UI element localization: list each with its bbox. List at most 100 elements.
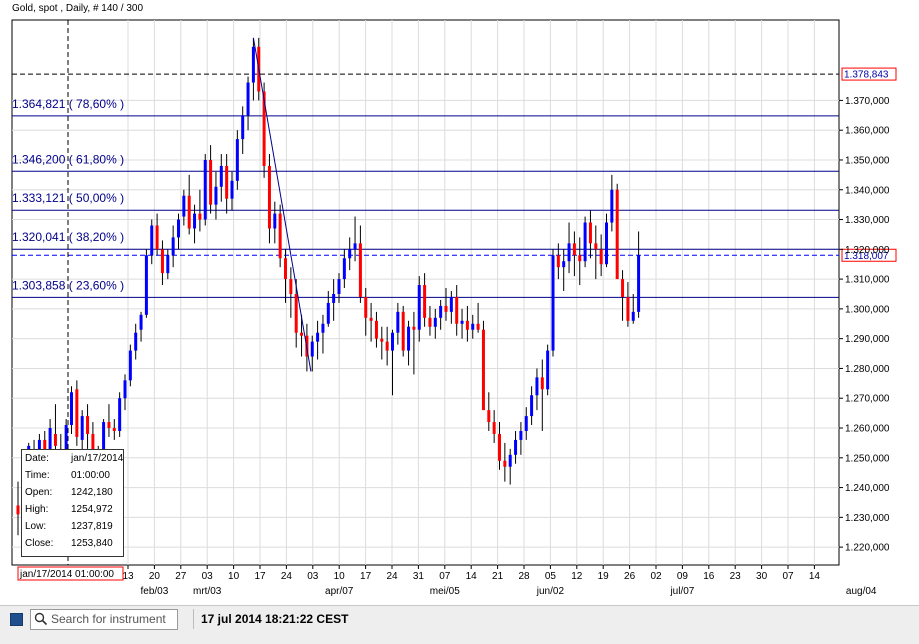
candle-body: [369, 317, 373, 321]
x-tick-label: 10: [334, 571, 346, 582]
x-tick-label: 23: [730, 571, 742, 582]
candle-body: [471, 323, 475, 330]
candle-body: [449, 296, 453, 312]
candle-body: [235, 139, 239, 181]
candle-body: [556, 255, 560, 268]
candle-body: [321, 323, 325, 333]
y-tick-label: 1.360,000: [845, 126, 890, 137]
candle-body: [123, 380, 127, 399]
info-label: Close:: [25, 538, 54, 549]
candle-body: [177, 219, 180, 238]
candle-body: [465, 320, 469, 330]
x-tick-label: 12: [571, 571, 583, 582]
candle-body: [112, 428, 116, 431]
x-tick-label: 03: [307, 571, 319, 582]
candle-body: [16, 505, 20, 515]
candle-body: [417, 285, 421, 330]
candle-bear: [481, 320, 485, 411]
y-tick-label: 1.300,000: [845, 304, 890, 315]
candle-body: [86, 416, 90, 434]
candle-body: [637, 255, 641, 312]
x-tick-label: 14: [809, 571, 821, 582]
month-label: jun/02: [536, 586, 565, 597]
candle-body: [278, 213, 282, 259]
search-icon[interactable]: [34, 612, 48, 626]
candle-body: [358, 243, 362, 297]
instrument-search-box[interactable]: [30, 609, 178, 630]
candle-body: [481, 329, 485, 411]
candle-body: [203, 159, 207, 220]
candle-body: [476, 323, 480, 330]
month-label: mrt/03: [193, 586, 222, 597]
info-value: 1253,840: [71, 538, 113, 549]
candle-body: [530, 395, 534, 417]
candle-body: [128, 350, 132, 381]
status-bar: 17 jul 2014 18:21:22 CEST: [0, 605, 919, 644]
candle-body: [353, 243, 357, 250]
candle-body: [332, 293, 336, 303]
y-tick-label: 1.280,000: [845, 364, 890, 375]
candle-body: [246, 82, 250, 116]
info-row-date: Date: jan/17/2014: [25, 453, 123, 467]
candle-body: [498, 433, 501, 461]
search-input[interactable]: [51, 611, 173, 626]
candle-body: [364, 296, 368, 318]
candle-body: [503, 460, 507, 467]
candle-body: [310, 341, 314, 357]
candle-body: [144, 255, 148, 315]
candle-body: [605, 222, 608, 265]
x-tick-label: 17: [360, 571, 372, 582]
info-label: High:: [25, 504, 49, 515]
y-tick-label: 1.240,000: [845, 483, 890, 494]
candle-body: [407, 326, 411, 351]
x-tick-label: 19: [598, 571, 610, 582]
info-row-close: Close: 1253,840: [25, 538, 120, 552]
candle-body: [134, 332, 138, 351]
candle-body: [209, 159, 213, 205]
candle-body: [626, 296, 630, 321]
ohlc-info-box: Date: jan/17/2014 Time: 01:00:00 Open: 1…: [21, 449, 124, 557]
candle-body: [455, 296, 459, 324]
x-tick-label: 26: [624, 571, 636, 582]
candle-body: [524, 416, 528, 431]
y-tick-label: 1.340,000: [845, 185, 890, 196]
crosshair-date-label: jan/17/2014 01:00:00: [19, 569, 114, 580]
candle-body: [182, 195, 186, 217]
info-value: 1254,972: [71, 504, 113, 515]
candle-body: [508, 454, 512, 467]
month-label: aug/04: [846, 586, 877, 597]
candle-body: [594, 243, 598, 250]
candle-bull: [583, 216, 587, 268]
candle-body: [396, 311, 400, 333]
month-label: feb/03: [140, 586, 168, 597]
candle-body: [273, 213, 277, 229]
candle-body: [423, 285, 427, 318]
x-tick-label: 07: [782, 571, 794, 582]
connection-status-icon[interactable]: [10, 613, 23, 626]
candle-body: [230, 180, 234, 199]
x-tick-label: 30: [756, 571, 768, 582]
x-tick-label: 07: [439, 571, 451, 582]
info-value: 1237,819: [71, 521, 113, 532]
y-tick-label: 1.330,000: [845, 215, 890, 226]
candle-body: [599, 249, 603, 265]
candle-body: [433, 317, 437, 327]
candle-body: [70, 392, 73, 426]
candle-body: [225, 165, 229, 199]
x-tick-label: 02: [650, 571, 662, 582]
candle-body: [193, 213, 197, 229]
y-axis: 1.220,000 1.230,000 1.240,000 1.250,000 1.26…: [839, 96, 890, 554]
candle-body: [535, 377, 539, 396]
candle-body: [588, 222, 592, 244]
month-label: jul/07: [669, 586, 694, 597]
y-tick-label: 1.250,000: [845, 453, 890, 464]
info-value: 01:00:00: [71, 470, 110, 481]
candle-body: [251, 46, 255, 83]
x-tick-label: 28: [518, 571, 530, 582]
candle-body: [621, 279, 625, 297]
candle-bear: [401, 305, 405, 357]
price-chart[interactable]: 1.303,858 ( 23,60% )1.320,041 ( 38,20% )…: [0, 0, 919, 605]
info-row-low: Low: 1237,819: [25, 521, 120, 535]
candle-body: [385, 341, 389, 351]
candle-body: [75, 389, 79, 437]
